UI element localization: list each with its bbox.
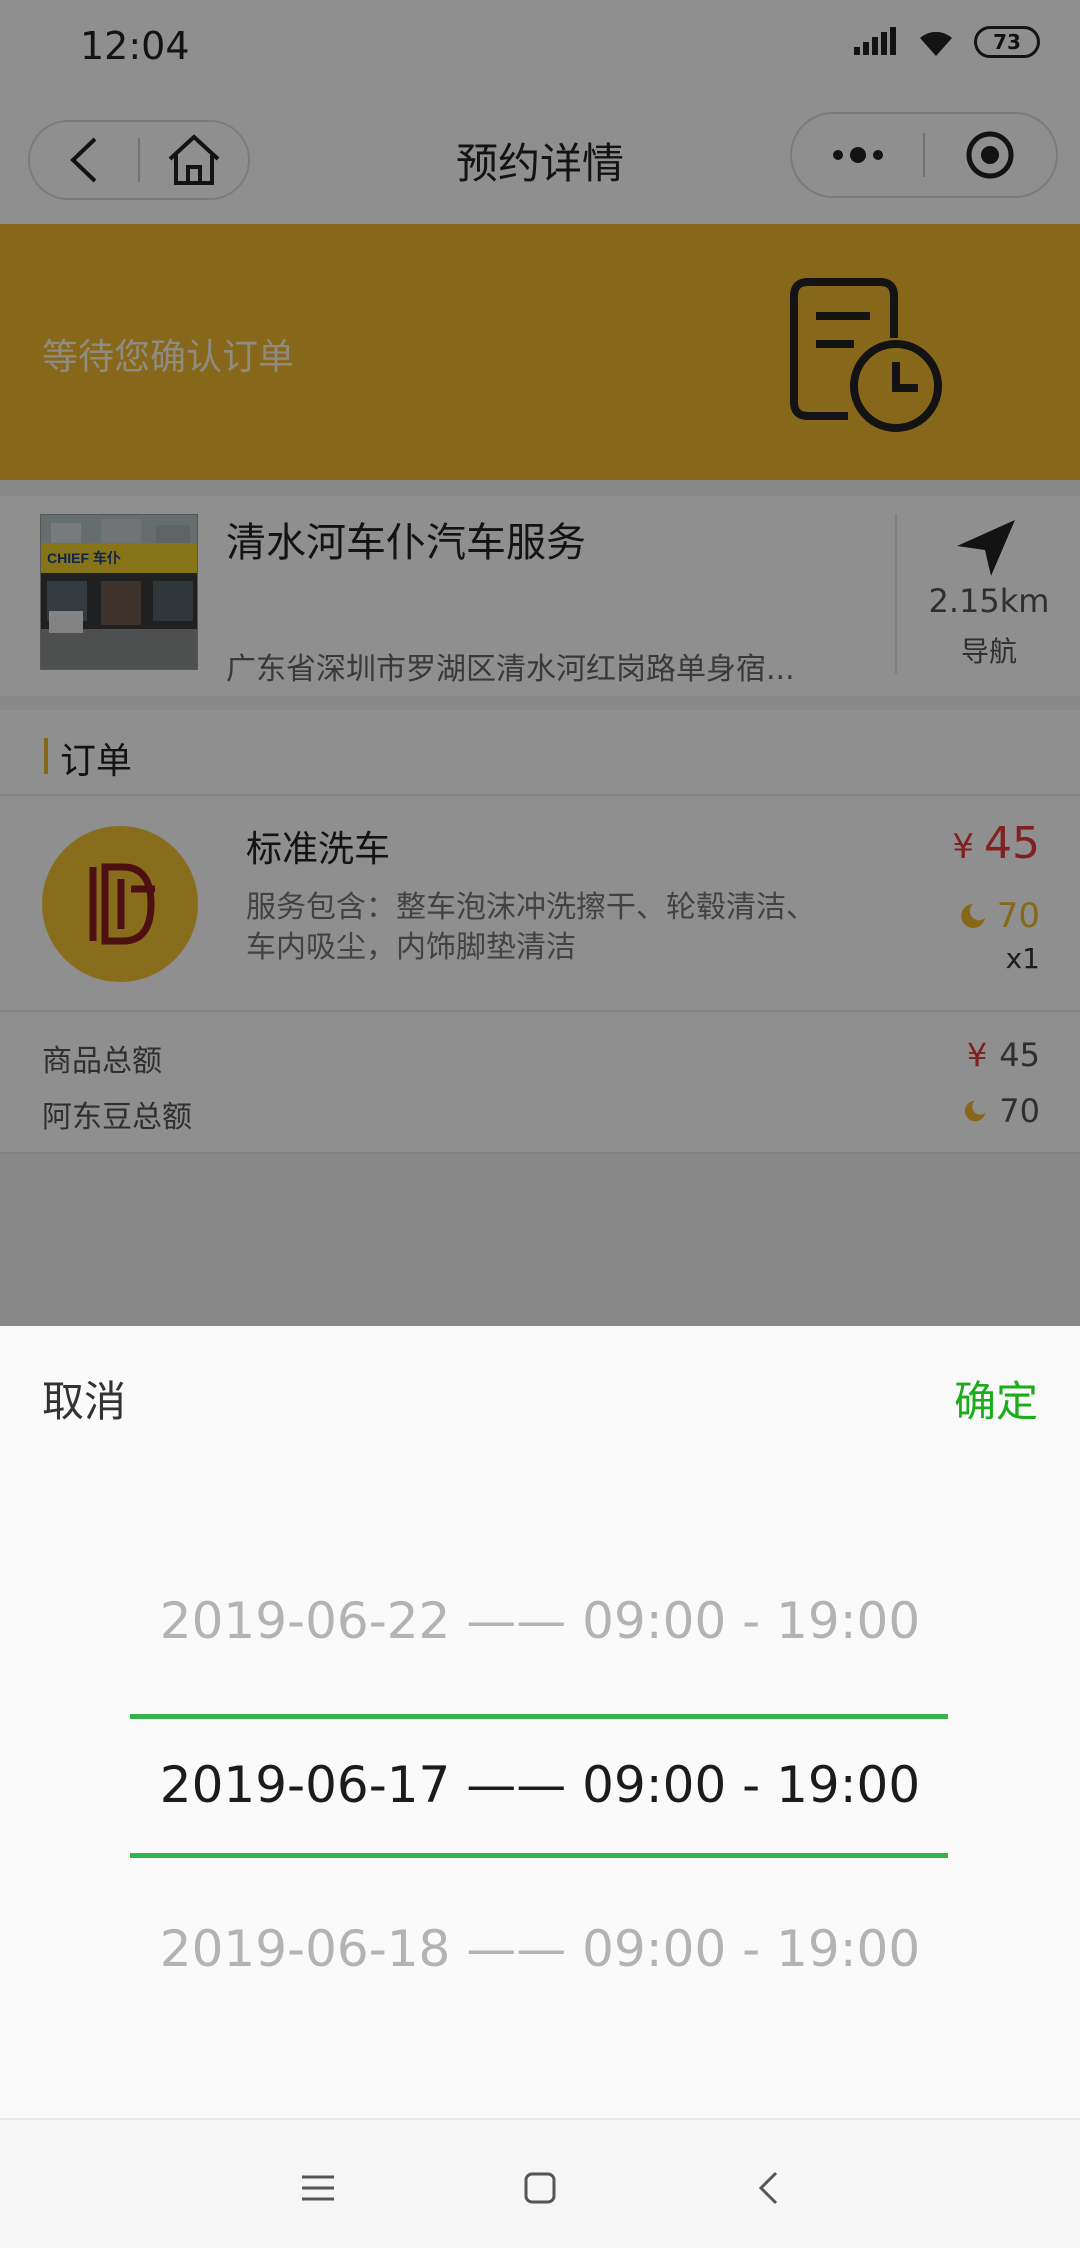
system-menu-button[interactable]: [290, 2160, 346, 2216]
picker-option[interactable]: 2019-06-22 —— 09:00 - 19:00: [0, 1592, 1080, 1650]
picker-option-selected[interactable]: 2019-06-17 —— 09:00 - 19:00: [0, 1756, 1080, 1814]
cancel-button[interactable]: 取消: [42, 1368, 126, 1429]
picker-option[interactable]: 2019-06-18 —— 09:00 - 19:00: [0, 1920, 1080, 1978]
picker-selection-line-top: [130, 1714, 948, 1719]
system-home-button[interactable]: [512, 2160, 568, 2216]
home-square-icon: [524, 2172, 556, 2204]
picker-selection-line-bottom: [130, 1853, 948, 1858]
modal-overlay[interactable]: [0, 0, 1080, 1326]
system-nav-bar: [0, 2118, 1080, 2248]
confirm-button[interactable]: 确定: [954, 1368, 1038, 1429]
date-picker-sheet: 取消 确定 2019-06-22 —— 09:00 - 19:00 2019-0…: [0, 1326, 1080, 2118]
system-back-button[interactable]: [740, 2160, 796, 2216]
system-back-icon: [758, 2171, 778, 2205]
menu-icon: [302, 2175, 334, 2201]
